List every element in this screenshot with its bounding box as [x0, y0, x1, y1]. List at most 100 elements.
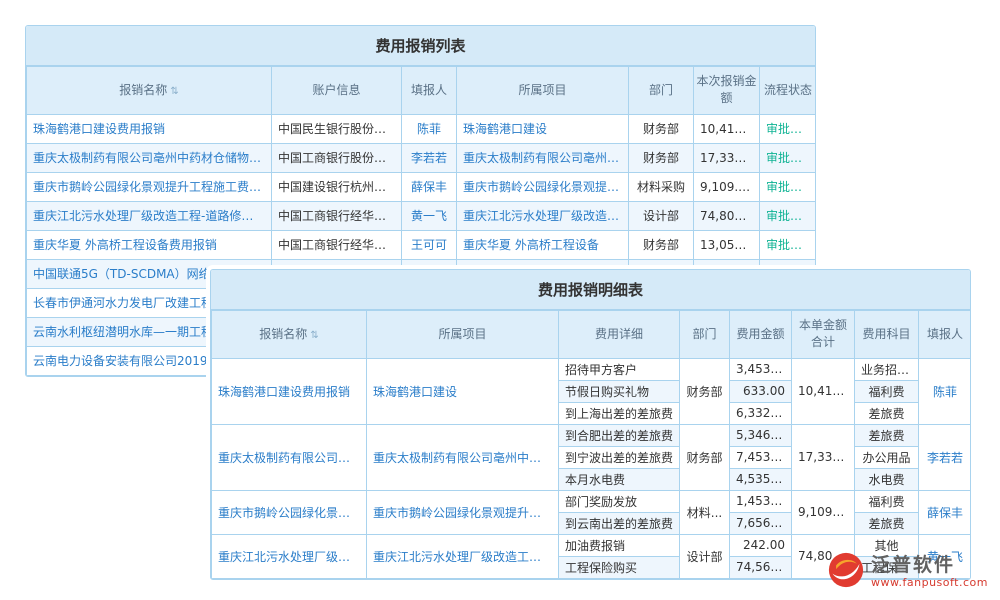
project-link[interactable]: 重庆太极制药有限公司亳州中... [457, 143, 629, 172]
detail-name-link[interactable]: 重庆江北污水处理厂级改造工程-... [212, 534, 367, 578]
filler-link[interactable]: 李若若 [919, 424, 972, 490]
list-col-project: 所属项目 [457, 67, 629, 115]
filler-link[interactable]: 陈菲 [402, 114, 457, 143]
expense-detail-table: 报销名称⇅ 所属项目 费用详细 部门 费用金额 本单金额合计 费用科目 填报人 … [211, 310, 971, 579]
expense-detail-cell: 工程保险购买 [559, 556, 680, 578]
account-cell: 中国工商银行股份有限 [272, 143, 402, 172]
expense-amount-cell: 7,656.86 [730, 512, 792, 534]
expense-amount-cell: 242.00 [730, 534, 792, 556]
expense-amount-cell: 6,332.00 [730, 402, 792, 424]
expense-category-cell: 水电费 [855, 468, 919, 490]
expense-detail-cell: 加油费报销 [559, 534, 680, 556]
detail-col-detail: 费用详细 [559, 311, 680, 359]
status-link[interactable]: 审批通过 [760, 143, 817, 172]
filler-link[interactable]: 黄一飞 [402, 201, 457, 230]
expense-amount-cell: 74,564... [730, 556, 792, 578]
expense-detail-cell: 到上海出差的差旅费 [559, 402, 680, 424]
fanpu-logo-icon [828, 552, 864, 592]
sort-icon[interactable]: ⇅ [170, 86, 178, 97]
filler-link[interactable]: 王可可 [402, 230, 457, 259]
list-row: 重庆太极制药有限公司亳州中药材仓储物流基地项... 中国工商银行股份有限 李若若… [27, 143, 817, 172]
detail-project-link[interactable]: 重庆江北污水处理厂级改造工程-道路修复工... [367, 534, 559, 578]
dept-cell: 财务部 [680, 424, 730, 490]
project-link[interactable]: 重庆江北污水处理厂级改造工... [457, 201, 629, 230]
dept-cell: 设计部 [629, 201, 694, 230]
status-link[interactable]: 审批通过 [760, 172, 817, 201]
fanpu-logo-text: 泛普软件 www.fanpusoft.com [871, 555, 988, 589]
expense-detail-cell: 到合肥出差的差旅费 [559, 424, 680, 446]
detail-col-name-label: 报销名称 [259, 327, 307, 341]
detail-col-total: 本单金额合计 [792, 311, 855, 359]
expense-detail-cell: 节假日购买礼物 [559, 380, 680, 402]
dept-cell: 财务部 [680, 358, 730, 424]
list-col-amount: 本次报销金额 [694, 67, 760, 115]
expense-amount-cell: 1,453.00 [730, 490, 792, 512]
expense-amount-cell: 4,535.65 [730, 468, 792, 490]
detail-col-category: 费用科目 [855, 311, 919, 359]
expense-amount-cell: 5,346.35 [730, 424, 792, 446]
detail-project-link[interactable]: 重庆太极制药有限公司亳州中药材仓储物流基... [367, 424, 559, 490]
status-link[interactable]: 审批通过 [760, 201, 817, 230]
filler-link[interactable]: 薛保丰 [919, 490, 972, 534]
detail-project-link[interactable]: 珠海鹤港口建设 [367, 358, 559, 424]
list-col-dept: 部门 [629, 67, 694, 115]
expense-detail-cell: 本月水电费 [559, 468, 680, 490]
detail-col-name[interactable]: 报销名称⇅ [212, 311, 367, 359]
dept-cell: 财务部 [629, 143, 694, 172]
expense-category-cell: 差旅费 [855, 512, 919, 534]
project-link[interactable]: 重庆市鹅岭公园绿化景观提升... [457, 172, 629, 201]
filler-link[interactable]: 薛保丰 [402, 172, 457, 201]
list-col-status: 流程状态 [760, 67, 817, 115]
fanpu-logo[interactable]: 泛普软件 www.fanpusoft.com [828, 552, 988, 592]
list-col-name[interactable]: 报销名称⇅ [27, 67, 272, 115]
expense-detail-cell: 到宁波出差的差旅费 [559, 446, 680, 468]
detail-project-link[interactable]: 重庆市鹅岭公园绿化景观提升工程施工 [367, 490, 559, 534]
amount-cell: 17,335.35 [694, 143, 760, 172]
expense-amount-cell: 633.00 [730, 380, 792, 402]
status-link[interactable]: 审批通过 [760, 114, 817, 143]
list-row: 重庆华夏 外高桥工程设备费用报销 中国工商银行经华路支行 王可可 重庆华夏 外高… [27, 230, 817, 259]
filler-link[interactable]: 李若若 [402, 143, 457, 172]
reimbursement-name-link[interactable]: 珠海鹤港口建设费用报销 [27, 114, 272, 143]
total-amount-cell: 10,418.60 [792, 358, 855, 424]
amount-cell: 10,418.60 [694, 114, 760, 143]
detail-col-filler: 填报人 [919, 311, 972, 359]
total-amount-cell: 17,335.35 [792, 424, 855, 490]
project-link[interactable]: 珠海鹤港口建设 [457, 114, 629, 143]
reimbursement-name-link[interactable]: 重庆江北污水处理厂级改造工程-道路修复工程费用... [27, 201, 272, 230]
filler-link[interactable]: 陈菲 [919, 358, 972, 424]
amount-cell: 9,109.86 [694, 172, 760, 201]
expense-category-cell: 福利费 [855, 490, 919, 512]
account-cell: 中国建设银行杭州市上... [272, 172, 402, 201]
account-cell: 中国民生银行股份有限... [272, 114, 402, 143]
account-cell: 中国工商银行经华路支行 [272, 201, 402, 230]
list-row: 重庆市鹅岭公园绿化景观提升工程施工费用报销 中国建设银行杭州市上... 薛保丰 … [27, 172, 817, 201]
reimbursement-name-link[interactable]: 重庆市鹅岭公园绿化景观提升工程施工费用报销 [27, 172, 272, 201]
sort-icon[interactable]: ⇅ [310, 330, 318, 341]
dept-cell: 材料采购 [629, 172, 694, 201]
reimbursement-name-link[interactable]: 重庆华夏 外高桥工程设备费用报销 [27, 230, 272, 259]
total-amount-cell: 9,109.86 [792, 490, 855, 534]
detail-table-title: 费用报销明细表 [211, 270, 970, 310]
dept-cell: 财务部 [629, 230, 694, 259]
list-row: 重庆江北污水处理厂级改造工程-道路修复工程费用... 中国工商银行经华路支行 黄… [27, 201, 817, 230]
expense-category-cell: 办公用品 [855, 446, 919, 468]
detail-name-link[interactable]: 珠海鹤港口建设费用报销 [212, 358, 367, 424]
fanpu-brand-name: 泛普软件 [871, 555, 988, 577]
detail-col-dept: 部门 [680, 311, 730, 359]
amount-cell: 74,806.00 [694, 201, 760, 230]
dept-cell: 材料... [680, 490, 730, 534]
detail-header-row: 报销名称⇅ 所属项目 费用详细 部门 费用金额 本单金额合计 费用科目 填报人 [212, 311, 972, 359]
list-col-name-label: 报销名称 [119, 83, 167, 97]
status-link[interactable]: 审批通过 [760, 230, 817, 259]
project-link[interactable]: 重庆华夏 外高桥工程设备 [457, 230, 629, 259]
amount-cell: 13,058.45 [694, 230, 760, 259]
detail-name-link[interactable]: 重庆市鹅岭公园绿化景观提升工程施... [212, 490, 367, 534]
list-col-account: 账户信息 [272, 67, 402, 115]
expense-detail-cell: 到云南出差的差旅费 [559, 512, 680, 534]
dept-cell: 财务部 [629, 114, 694, 143]
reimbursement-name-link[interactable]: 重庆太极制药有限公司亳州中药材仓储物流基地项... [27, 143, 272, 172]
dept-cell: 设计部 [680, 534, 730, 578]
list-header-row: 报销名称⇅ 账户信息 填报人 所属项目 部门 本次报销金额 流程状态 [27, 67, 817, 115]
detail-name-link[interactable]: 重庆太极制药有限公司亳州中药材... [212, 424, 367, 490]
